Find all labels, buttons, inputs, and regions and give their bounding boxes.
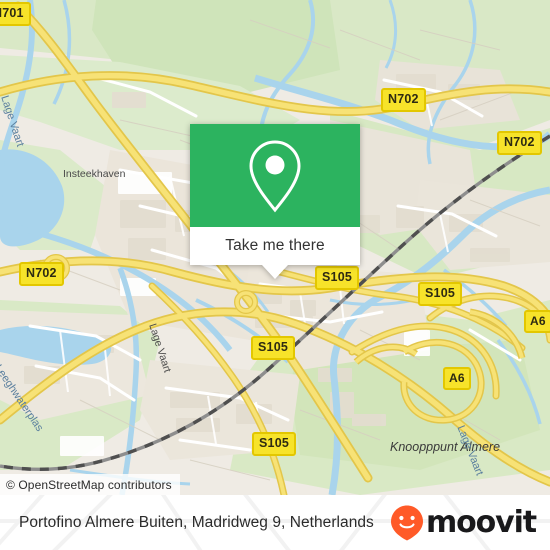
moovit-smiley-pin-icon <box>390 505 423 540</box>
callout-pointer <box>262 265 288 279</box>
take-me-there-button[interactable]: Take me there <box>190 227 360 265</box>
map-screenshot: N701 N702 N702 N702 S105 S105 S105 S105 … <box>0 0 550 550</box>
road-shield-s105-southwest[interactable]: S105 <box>251 336 295 360</box>
footer-bar: Portofino Almere Buiten, Madridweg 9, Ne… <box>0 495 550 550</box>
map-pin-icon <box>249 139 301 212</box>
location-title: Portofino Almere Buiten, Madridweg 9, Ne… <box>19 513 374 531</box>
road-shield-s105-south[interactable]: S105 <box>252 432 296 456</box>
place-label-knooppunt-almere: Knoopppunt Almere <box>390 440 501 454</box>
take-me-there-label: Take me there <box>225 237 325 254</box>
take-me-there-callout[interactable]: Take me there <box>190 124 360 279</box>
attribution-text: © OpenStreetMap contributors <box>6 477 172 492</box>
moovit-wordmark: moovit <box>425 504 537 540</box>
road-shield-n702-west[interactable]: N702 <box>19 262 64 286</box>
road-shield-n701-northwest[interactable]: N701 <box>0 2 31 26</box>
road-shield-s105-east[interactable]: S105 <box>418 282 462 306</box>
road-shield-n702-north[interactable]: N702 <box>381 88 426 112</box>
map-attribution[interactable]: © OpenStreetMap contributors <box>0 474 180 495</box>
road-shield-s105-center[interactable]: S105 <box>315 266 359 290</box>
moovit-logo[interactable]: moovit <box>389 504 537 542</box>
road-shield-n702-northeast[interactable]: N702 <box>497 131 542 155</box>
road-shield-a6-east[interactable]: A6 <box>524 310 550 333</box>
road-shield-a6-southeast[interactable]: A6 <box>443 367 471 390</box>
callout-pin-panel <box>190 124 360 227</box>
road-label-insteekhaven: Insteekhaven <box>63 168 126 180</box>
